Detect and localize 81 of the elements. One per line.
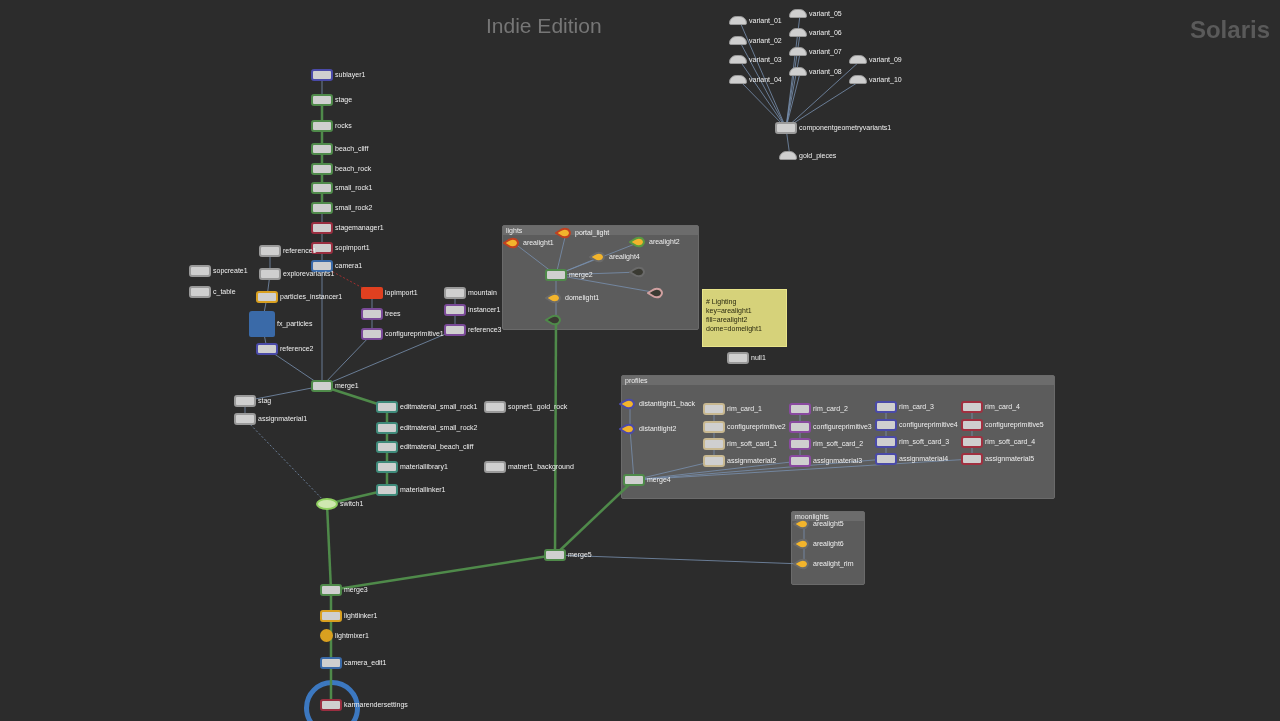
bulb-icon[interactable] — [545, 292, 563, 304]
node-tile[interactable] — [311, 260, 333, 272]
node-tile[interactable] — [545, 269, 567, 281]
node-tile[interactable] — [729, 75, 747, 84]
edition-label: Indie Edition — [486, 14, 602, 38]
error-node[interactable] — [361, 287, 383, 299]
node-tile[interactable] — [256, 291, 278, 303]
bulb-icon[interactable] — [629, 236, 647, 248]
node-tile[interactable] — [234, 413, 256, 425]
node-tile[interactable] — [703, 421, 725, 433]
node-tile[interactable] — [623, 474, 645, 486]
node-tile[interactable] — [376, 461, 398, 473]
node-tile[interactable] — [311, 222, 333, 234]
node-tile[interactable] — [320, 699, 342, 711]
node-tile[interactable] — [311, 94, 333, 106]
node-tile[interactable] — [729, 36, 747, 45]
node-tile[interactable] — [311, 163, 333, 175]
node-tile[interactable] — [259, 245, 281, 257]
node-tile[interactable] — [961, 436, 983, 448]
bulb-icon[interactable] — [589, 251, 607, 263]
node-tile[interactable] — [961, 419, 983, 431]
node-tile[interactable] — [376, 401, 398, 413]
node-tile[interactable] — [849, 75, 867, 84]
node-tile[interactable] — [875, 453, 897, 465]
node-tile[interactable] — [311, 380, 333, 392]
node-tile[interactable] — [311, 69, 333, 81]
bulb-icon[interactable] — [793, 558, 811, 570]
node-tile[interactable] — [361, 328, 383, 340]
node-tile[interactable] — [311, 202, 333, 214]
bulb-icon[interactable] — [619, 423, 637, 435]
node-tile[interactable] — [376, 422, 398, 434]
node-tile[interactable] — [789, 47, 807, 56]
node-tile[interactable] — [320, 584, 342, 596]
node-tile[interactable] — [189, 265, 211, 277]
bulb-icon[interactable] — [619, 398, 637, 410]
node-tile[interactable] — [729, 55, 747, 64]
switch-node[interactable] — [316, 498, 338, 510]
node-tile[interactable] — [311, 120, 333, 132]
node-tile[interactable] — [320, 657, 342, 669]
node-tile[interactable] — [961, 401, 983, 413]
node-tile[interactable] — [789, 421, 811, 433]
node-tile[interactable] — [256, 343, 278, 355]
node-tile[interactable] — [779, 151, 797, 160]
node-tile[interactable] — [444, 287, 466, 299]
subnet-tile[interactable] — [249, 311, 275, 337]
node-tile[interactable] — [189, 286, 211, 298]
node-tile[interactable] — [849, 55, 867, 64]
node-tile[interactable] — [875, 401, 897, 413]
node-tile[interactable] — [320, 629, 333, 642]
node-tile[interactable] — [444, 324, 466, 336]
node-tile[interactable] — [361, 308, 383, 320]
node-tile[interactable] — [320, 610, 342, 622]
node-tile[interactable] — [789, 67, 807, 76]
node-tile[interactable] — [703, 403, 725, 415]
node-tile[interactable] — [544, 549, 566, 561]
node-tile[interactable] — [727, 352, 749, 364]
node-tile[interactable] — [234, 395, 256, 407]
node-tile[interactable] — [729, 16, 747, 25]
node-tile[interactable] — [789, 28, 807, 37]
node-tile[interactable] — [703, 455, 725, 467]
node-tile[interactable] — [789, 455, 811, 467]
node-tile[interactable] — [259, 268, 281, 280]
bulb-icon[interactable] — [555, 227, 573, 239]
node-tile[interactable] — [311, 143, 333, 155]
node-tile[interactable] — [775, 122, 797, 134]
node-tile[interactable] — [484, 401, 506, 413]
node-tile[interactable] — [875, 436, 897, 448]
node-tile[interactable] — [444, 304, 466, 316]
bulb-icon[interactable] — [647, 287, 665, 299]
node-tile[interactable] — [789, 9, 807, 18]
bulb-icon[interactable] — [793, 538, 811, 550]
node-tile[interactable] — [484, 461, 506, 473]
node-tile[interactable] — [703, 438, 725, 450]
node-tile[interactable] — [376, 484, 398, 496]
node-tile[interactable] — [789, 438, 811, 450]
node-tile[interactable] — [961, 453, 983, 465]
bulb-icon[interactable] — [503, 237, 521, 249]
node-tile[interactable] — [789, 403, 811, 415]
node-tile[interactable] — [311, 182, 333, 194]
node-tile[interactable] — [875, 419, 897, 431]
node-tile[interactable] — [376, 441, 398, 453]
